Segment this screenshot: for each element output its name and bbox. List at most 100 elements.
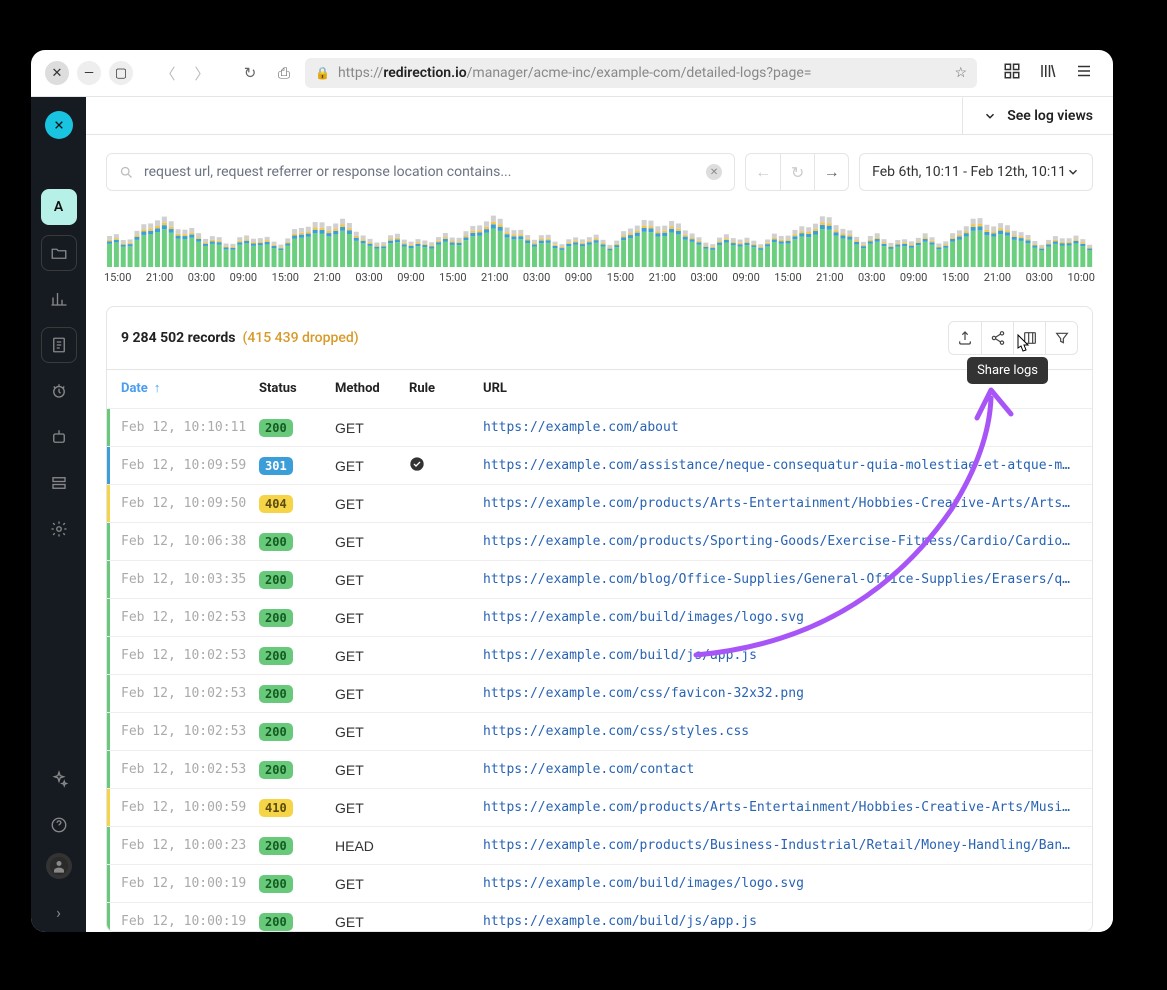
log-row[interactable]: Feb 12, 10:02:53 200 GET https://example… (107, 636, 1092, 674)
share-logs-button[interactable] (981, 322, 1013, 354)
address-bar[interactable]: 🔒 https://redirection.io/manager/acme-in… (305, 58, 977, 88)
apps-grid-icon[interactable] (1003, 62, 1021, 84)
nav-forward-icon[interactable]: 〉 (189, 60, 215, 86)
range-refresh-button[interactable]: ↻ (780, 154, 814, 190)
traffic-histogram[interactable] (86, 199, 1113, 269)
cell-date: Feb 12, 10:06:38 (121, 534, 259, 549)
reader-icon[interactable]: ⎙ (271, 60, 297, 86)
log-row[interactable]: Feb 12, 10:10:11 200 GET https://example… (107, 408, 1092, 446)
cell-url: https://example.com/contact (483, 762, 1078, 777)
sidebar-item-settings[interactable] (41, 511, 77, 547)
sidebar-item-a[interactable]: A (41, 189, 77, 225)
cell-date: Feb 12, 10:10:11 (121, 420, 259, 435)
cell-method: GET (335, 610, 409, 626)
log-row[interactable]: Feb 12, 10:00:59 410 GET https://example… (107, 788, 1092, 826)
sidebar-collapse-icon[interactable]: › (56, 903, 61, 922)
sidebar-item-folder[interactable] (41, 235, 77, 271)
filter-button[interactable] (1045, 322, 1077, 354)
window-maximize-icon[interactable]: ▢ (109, 61, 133, 85)
cell-method: GET (335, 534, 409, 550)
url-path: /manager/acme-inc/example-com/detailed-l… (467, 65, 812, 81)
app-logo[interactable] (45, 111, 73, 139)
cell-status: 200 (259, 533, 335, 551)
see-log-views-button[interactable]: See log views (962, 97, 1113, 134)
cell-status: 200 (259, 685, 335, 703)
sidebar-item-alerts[interactable] (41, 373, 77, 409)
log-row[interactable]: Feb 12, 10:03:35 200 GET https://example… (107, 560, 1092, 598)
cell-date: Feb 12, 10:00:19 (121, 876, 259, 891)
sidebar-item-bot[interactable] (41, 419, 77, 455)
dropped-count: (415 439 dropped) (242, 330, 358, 346)
cell-date: Feb 12, 10:03:35 (121, 572, 259, 587)
cell-date: Feb 12, 10:02:53 (121, 724, 259, 739)
cell-method: GET (335, 686, 409, 702)
sidebar-item-logs[interactable] (41, 327, 77, 363)
range-prev-button[interactable]: ← (746, 154, 780, 190)
browser-toolbar: ✕ — ▢ 〈 〉 ↻ ⎙ 🔒 https://redirection.io/m… (31, 50, 1113, 97)
cell-date: Feb 12, 10:02:53 (121, 648, 259, 663)
app-sidebar: A (31, 97, 86, 932)
column-date-header[interactable]: Date↑ (121, 380, 259, 396)
cell-date: Feb 12, 10:09:50 (121, 496, 259, 511)
cell-date: Feb 12, 10:00:19 (121, 914, 259, 929)
column-status-header[interactable]: Status (259, 381, 335, 396)
window-minimize-icon[interactable]: — (77, 61, 101, 85)
column-rule-header[interactable]: Rule (409, 381, 483, 396)
log-row[interactable]: Feb 12, 10:00:19 200 GET https://example… (107, 864, 1092, 902)
nav-back-icon[interactable]: 〈 (155, 60, 181, 86)
log-row[interactable]: Feb 12, 10:09:50 404 GET https://example… (107, 484, 1092, 522)
window-close-icon[interactable]: ✕ (45, 61, 69, 85)
cell-status: 200 (259, 609, 335, 627)
bookmark-star-icon[interactable]: ☆ (954, 65, 967, 81)
url-host: redirection.io (383, 65, 466, 81)
log-row[interactable]: Feb 12, 10:02:53 200 GET https://example… (107, 712, 1092, 750)
log-row[interactable]: Feb 12, 10:02:53 200 GET https://example… (107, 750, 1092, 788)
sort-asc-icon: ↑ (154, 381, 161, 396)
cell-method: GET (335, 762, 409, 778)
cell-method: GET (335, 876, 409, 892)
library-icon[interactable] (1039, 62, 1057, 84)
sidebar-item-sparkle[interactable] (41, 761, 77, 797)
log-row[interactable]: Feb 12, 10:06:38 200 GET https://example… (107, 522, 1092, 560)
cell-status: 200 (259, 837, 335, 855)
menu-icon[interactable] (1075, 62, 1093, 84)
cell-status: 200 (259, 761, 335, 779)
cell-status: 200 (259, 647, 335, 665)
cell-url: https://example.com/about (483, 420, 1078, 435)
cell-status: 200 (259, 571, 335, 589)
cell-date: Feb 12, 10:02:53 (121, 762, 259, 777)
sidebar-item-storage[interactable] (41, 465, 77, 501)
search-input[interactable]: request url, request referrer or respons… (106, 153, 735, 191)
sidebar-item-help[interactable] (41, 807, 77, 843)
cell-url: https://example.com/css/favicon-32x32.pn… (483, 686, 1078, 701)
log-row[interactable]: Feb 12, 10:02:53 200 GET https://example… (107, 598, 1092, 636)
cell-url: https://example.com/products/Business-In… (483, 838, 1078, 853)
column-method-header[interactable]: Method (335, 381, 409, 396)
user-avatar[interactable] (46, 853, 72, 879)
log-row[interactable]: Feb 12, 10:09:59 301 GET https://example… (107, 446, 1092, 484)
cell-url: https://example.com/css/styles.css (483, 724, 1078, 739)
cell-status: 301 (259, 457, 335, 475)
cell-method: GET (335, 914, 409, 930)
log-row[interactable]: Feb 12, 10:00:23 200 HEAD https://exampl… (107, 826, 1092, 864)
reload-icon[interactable]: ↻ (237, 60, 263, 86)
range-next-button[interactable]: → (814, 154, 848, 190)
sidebar-item-analytics[interactable] (41, 281, 77, 317)
cell-url: https://example.com/build/js/app.js (483, 648, 1078, 663)
share-logs-tooltip: Share logs (967, 357, 1048, 384)
cell-date: Feb 12, 10:00:59 (121, 800, 259, 815)
log-row[interactable]: Feb 12, 10:02:53 200 GET https://example… (107, 674, 1092, 712)
cell-status: 404 (259, 495, 335, 513)
log-row[interactable]: Feb 12, 10:00:19 200 GET https://example… (107, 902, 1092, 931)
export-button[interactable] (949, 322, 981, 354)
search-placeholder: request url, request referrer or respons… (144, 164, 511, 180)
cell-url: https://example.com/products/Arts-Entert… (483, 800, 1078, 815)
cell-method: GET (335, 648, 409, 664)
cell-method: GET (335, 496, 409, 512)
clear-search-icon[interactable]: ✕ (706, 164, 722, 180)
cell-url: https://example.com/assistance/neque-con… (483, 458, 1078, 473)
cell-method: GET (335, 420, 409, 436)
date-range-select[interactable]: Feb 6th, 10:11 - Feb 12th, 10:11 (859, 153, 1093, 191)
search-icon (119, 165, 134, 180)
cell-status: 200 (259, 723, 335, 741)
